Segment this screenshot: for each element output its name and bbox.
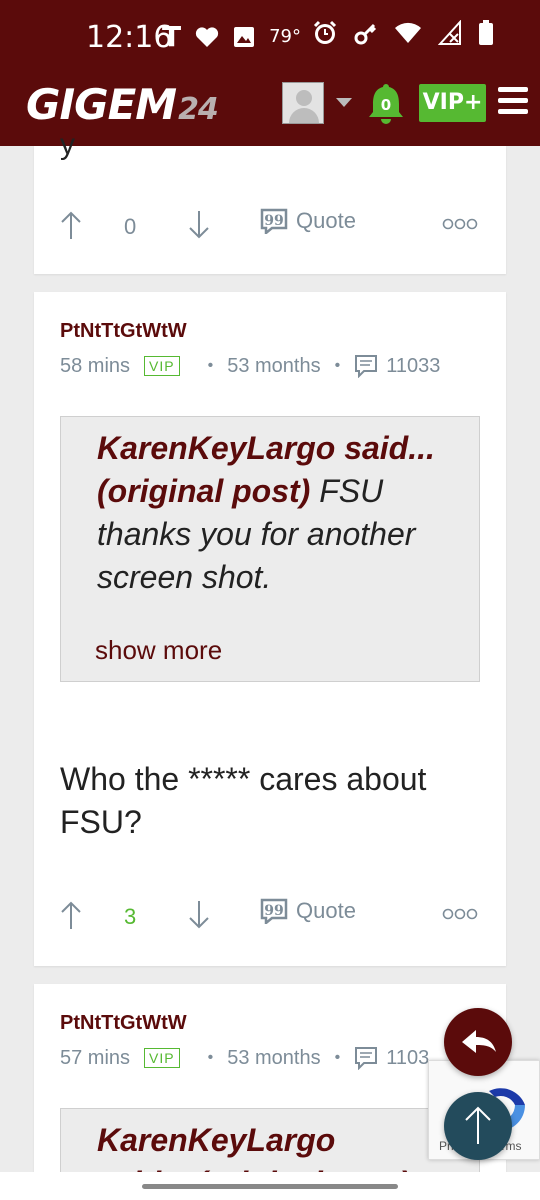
status-left-icons: T 79°: [162, 20, 301, 53]
home-gesture-handle[interactable]: [142, 1184, 398, 1189]
svg-text:99: 99: [264, 213, 283, 229]
more-options-icon[interactable]: [442, 907, 478, 921]
vip-plus-button[interactable]: VIP+: [419, 84, 486, 122]
status-time: 12:16: [86, 20, 173, 55]
posts-count-icon: [355, 355, 378, 378]
menu-icon[interactable]: [498, 87, 528, 115]
downvote-icon[interactable]: [188, 900, 210, 930]
carrier-icon: T: [162, 20, 182, 53]
separator-dot: •: [207, 357, 214, 374]
key-icon: [354, 23, 377, 45]
vip-badge: VIP: [144, 1048, 180, 1068]
image-icon: [234, 26, 255, 47]
post-actions: 3 99 Quote: [60, 896, 510, 936]
site-logo[interactable]: GIGEM24: [26, 80, 219, 129]
post-body-truncated: y: [60, 128, 75, 161]
posts-count-icon: [355, 1047, 378, 1070]
post-username[interactable]: PtNtTtGtWtW: [60, 1012, 187, 1035]
alarm-icon: [313, 20, 337, 44]
status-right-icons: [312, 20, 494, 46]
post-actions: 0 99 Quote: [60, 206, 510, 246]
gesture-nav-bar: [0, 1172, 540, 1200]
quote-label: Quote: [296, 208, 356, 233]
post-count: 11033: [386, 354, 441, 377]
quote-icon: 99: [260, 898, 288, 924]
quote-text-block: KarenKeyLargo said... (original post) FS…: [97, 427, 457, 599]
wifi-icon: [395, 22, 421, 43]
quote-button[interactable]: 99 Quote: [260, 898, 356, 924]
member-tenure: 53 months: [227, 354, 321, 377]
scroll-to-top-button[interactable]: [444, 1092, 512, 1160]
svg-text:99: 99: [264, 903, 283, 919]
vote-count: 3: [124, 904, 137, 929]
post-time: 57 mins: [60, 1046, 131, 1069]
status-bar: 12:16 T 79°: [0, 0, 540, 72]
quoted-post: KarenKeyLargo said... (original post) FS…: [60, 416, 480, 682]
post-time: 58 mins: [60, 354, 131, 377]
no-signal-icon: [438, 20, 461, 45]
separator-dot: •: [334, 357, 341, 374]
separator-dot: •: [207, 1049, 214, 1066]
more-options-icon[interactable]: [442, 217, 478, 231]
quote-author-line[interactable]: KarenKeyLargo said... (original post): [97, 430, 435, 509]
member-tenure: 53 months: [227, 1046, 321, 1069]
post-body: Who the ***** cares about FSU?: [60, 761, 427, 840]
quote-button[interactable]: 99 Quote: [260, 208, 356, 234]
reply-button[interactable]: [444, 1008, 512, 1076]
chevron-down-icon[interactable]: [336, 98, 352, 107]
show-more-link[interactable]: show more: [95, 635, 222, 666]
notification-count: 0: [381, 96, 391, 114]
post-card: y 0 99 Quote: [34, 128, 506, 274]
post-meta: 58 mins VIP • 53 months • 11033: [60, 354, 440, 378]
post-count: 1103: [386, 1046, 430, 1069]
quote-label: Quote: [296, 898, 356, 923]
upvote-icon[interactable]: [60, 210, 82, 240]
notification-bell-icon[interactable]: 0: [366, 82, 406, 126]
post-username[interactable]: PtNtTtGtWtW: [60, 320, 187, 343]
upvote-icon[interactable]: [60, 900, 82, 930]
temperature: 79°: [269, 26, 302, 47]
user-avatar[interactable]: [282, 82, 324, 124]
quote-author[interactable]: KarenKeyLargo: [97, 1122, 335, 1158]
logo-text: GIGEM: [26, 80, 177, 129]
post-card: PtNtTtGtWtW 58 mins VIP • 53 months • 11…: [34, 292, 506, 966]
downvote-icon[interactable]: [188, 210, 210, 240]
heart-icon: [196, 26, 219, 47]
battery-icon: [479, 20, 493, 45]
logo-number: 24: [178, 92, 219, 127]
site-header: GIGEM24 0 VIP+: [0, 72, 540, 146]
quote-icon: 99: [260, 208, 288, 234]
post-meta: 57 mins VIP • 53 months • 1103: [60, 1046, 429, 1070]
vip-badge: VIP: [144, 356, 180, 376]
separator-dot: •: [334, 1049, 341, 1066]
arrow-up-icon: [465, 1106, 491, 1144]
vote-count: 0: [124, 214, 137, 239]
reply-icon: [462, 1030, 496, 1053]
